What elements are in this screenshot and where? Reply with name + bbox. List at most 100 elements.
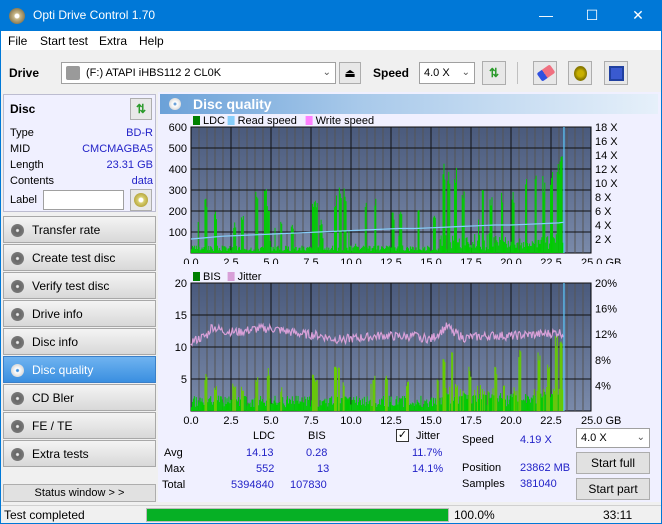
menu-start-test[interactable]: Start test bbox=[40, 34, 88, 48]
bis-bar bbox=[331, 396, 333, 411]
ldc-bar bbox=[366, 247, 368, 253]
settings-button[interactable] bbox=[568, 61, 592, 85]
ldc-bar bbox=[335, 205, 336, 253]
ldc-bar bbox=[438, 250, 440, 253]
ldc-bar bbox=[451, 248, 453, 253]
ldc-bar bbox=[227, 248, 229, 253]
ldc-bar bbox=[293, 248, 295, 253]
drive-select[interactable]: (F:) ATAPI iHBS112 2 CL0K ⌄ bbox=[61, 62, 336, 84]
bis-bar bbox=[265, 400, 267, 411]
nav-disc-quality[interactable]: Disc quality bbox=[3, 356, 156, 383]
ldc-bar bbox=[191, 249, 192, 253]
ldc-bar bbox=[469, 247, 471, 253]
bis-bar bbox=[344, 396, 346, 411]
ldc-bar bbox=[246, 250, 248, 253]
status-text: Test completed bbox=[4, 508, 85, 522]
length-value: 23.31 GB bbox=[106, 159, 153, 171]
nav-verify-test-disc[interactable]: Verify test disc bbox=[3, 272, 156, 299]
bis-bar bbox=[210, 396, 212, 411]
bis-bar bbox=[352, 399, 354, 411]
ldc-bar bbox=[296, 250, 298, 253]
menu-help[interactable]: Help bbox=[139, 34, 164, 48]
ldc-bar bbox=[356, 246, 358, 253]
ldc-bar bbox=[295, 246, 297, 253]
nav-create-test-disc[interactable]: Create test disc bbox=[3, 244, 156, 271]
bis-bar bbox=[222, 402, 224, 411]
ldc-bar bbox=[278, 247, 280, 253]
ldc-bar bbox=[553, 238, 555, 253]
nav-cd-bler[interactable]: CD Bler bbox=[3, 384, 156, 411]
bis-bar bbox=[223, 406, 225, 411]
bis-bar bbox=[539, 355, 541, 411]
erase-button[interactable] bbox=[533, 61, 557, 85]
ldc-bar bbox=[337, 247, 339, 253]
ldc-bar bbox=[243, 248, 245, 253]
bis-bar bbox=[406, 386, 408, 411]
ldc-bar bbox=[224, 246, 226, 253]
bis-bar bbox=[535, 403, 537, 411]
maximize-button[interactable]: ☐ bbox=[569, 0, 615, 31]
ldc-bar bbox=[368, 245, 370, 253]
bis-bar bbox=[454, 397, 456, 411]
test-speed-select[interactable]: 4.0 X ⌄ bbox=[576, 428, 650, 448]
status-window-button[interactable]: Status window > > bbox=[3, 484, 156, 502]
menu-extra[interactable]: Extra bbox=[99, 34, 127, 48]
bis-bar bbox=[487, 391, 489, 411]
save-button[interactable] bbox=[604, 61, 628, 85]
start-part-button[interactable]: Start part bbox=[576, 478, 650, 500]
bis-bar bbox=[379, 399, 381, 411]
ldc-bar bbox=[315, 207, 317, 253]
nav-disc-info[interactable]: Disc info bbox=[3, 328, 156, 355]
ldc-bar bbox=[220, 250, 222, 253]
bis-bar bbox=[291, 396, 293, 411]
disc-refresh-button[interactable]: ⇅ bbox=[130, 98, 152, 120]
ldc-bar bbox=[473, 244, 475, 253]
ldc-bar bbox=[400, 211, 402, 253]
bis-bar bbox=[216, 400, 218, 411]
ldc-bar bbox=[401, 214, 403, 253]
refresh-button[interactable]: ⇅ bbox=[482, 61, 506, 85]
ldc-bar bbox=[361, 247, 363, 253]
bis-bar bbox=[328, 402, 330, 411]
bis-bar bbox=[441, 397, 443, 411]
label-input[interactable] bbox=[43, 190, 124, 210]
bis-bar bbox=[303, 402, 305, 411]
ldc-bar bbox=[508, 246, 510, 253]
ldc-bar bbox=[423, 248, 425, 253]
ldc-bar bbox=[266, 206, 268, 253]
bis-bar bbox=[541, 397, 543, 411]
bis-bar bbox=[417, 401, 419, 411]
label-disc-button[interactable] bbox=[130, 189, 152, 211]
contents-value: data bbox=[131, 175, 153, 187]
speed-stat-label: Speed bbox=[462, 434, 494, 446]
bis-bar bbox=[273, 400, 275, 411]
jitter-checkbox[interactable]: ✓ bbox=[396, 429, 409, 442]
bis-bar bbox=[448, 394, 450, 411]
nav-label: Verify test disc bbox=[32, 279, 110, 293]
nav-label: Disc info bbox=[32, 335, 79, 349]
bis-bar bbox=[260, 395, 262, 411]
ldc-bar bbox=[462, 198, 464, 253]
start-full-button[interactable]: Start full bbox=[576, 452, 650, 474]
ldc-bar bbox=[415, 247, 417, 253]
nav-drive-info[interactable]: Drive info bbox=[3, 300, 156, 327]
minimize-button[interactable]: — bbox=[523, 0, 569, 31]
chevron-down-icon: ⌄ bbox=[636, 432, 645, 443]
ldc-bar bbox=[510, 241, 512, 253]
nav-fe-te[interactable]: FE / TE bbox=[3, 412, 156, 439]
x-tick-label: 25.0 GB bbox=[581, 257, 621, 264]
close-button[interactable]: ✕ bbox=[615, 0, 661, 31]
ldc-bar bbox=[230, 250, 232, 253]
eject-button[interactable]: ⏏ bbox=[339, 62, 361, 84]
speed-select[interactable]: 4.0 X ⌄ bbox=[419, 62, 475, 84]
legend-label: Read speed bbox=[238, 115, 297, 127]
window-title: Opti Drive Control 1.70 bbox=[33, 8, 156, 22]
bis-bar bbox=[449, 386, 451, 411]
bis-bar bbox=[392, 405, 394, 411]
menu-file[interactable]: File bbox=[8, 34, 27, 48]
ldc-bar bbox=[301, 245, 303, 253]
nav-transfer-rate[interactable]: Transfer rate bbox=[3, 216, 156, 243]
bis-bar bbox=[267, 367, 269, 411]
nav-extra-tests[interactable]: Extra tests bbox=[3, 440, 156, 467]
ldc-bar bbox=[199, 250, 201, 253]
